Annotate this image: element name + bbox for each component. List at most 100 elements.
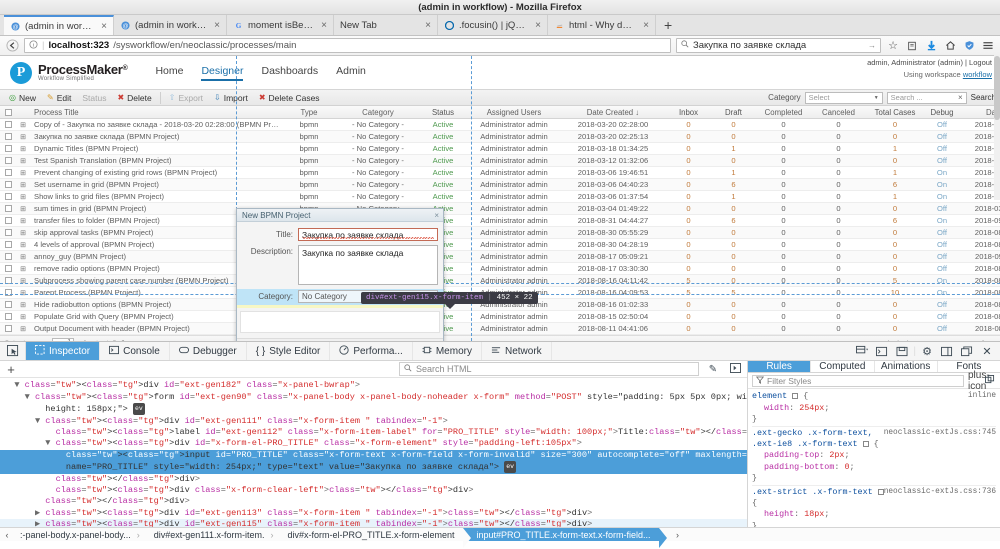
css-rule[interactable]: neoclassic-extJs.css:745 .ext-gecko .x-fo… — [752, 428, 996, 486]
tab-close-icon[interactable]: × — [211, 20, 220, 31]
col-canceled[interactable]: Canceled — [811, 108, 866, 117]
table-row[interactable]: ⊞remove radio options (BPMN Project)bpmn… — [0, 263, 1000, 275]
markup-line[interactable]: ▼ class="tw"><class="tg">form id="ext-ge… — [0, 392, 747, 403]
dialog-close-icon[interactable]: × — [434, 211, 439, 220]
row-checkbox[interactable] — [0, 145, 16, 152]
table-row[interactable]: ⊞ Show links to grid files (BPMN Project)… — [0, 191, 1000, 203]
expand-row-icon[interactable]: ⊞ — [16, 229, 30, 237]
browser-tab[interactable]: .focusin() | jQuery API ... × — [438, 15, 548, 35]
search-bar[interactable]: Закупка по заявке склада → — [676, 38, 881, 53]
browser-tab[interactable]: G moment isBefore - Goo... × — [227, 15, 334, 35]
nav-item-admin[interactable]: Admin — [336, 65, 366, 81]
bookmark-star-icon[interactable]: ☆ — [886, 39, 900, 53]
pseudo-class-icon[interactable] — [984, 374, 996, 387]
breadcrumb-item[interactable]: div#ext-gen111.x-form-item. › — [148, 528, 282, 541]
row-checkbox[interactable] — [0, 253, 16, 260]
col-status[interactable]: Status — [418, 108, 468, 117]
expand-row-icon[interactable]: ⊞ — [16, 205, 30, 213]
table-row[interactable]: ⊞ Subprocess showing parent case number (… — [0, 275, 1000, 287]
nav-item-dashboards[interactable]: Dashboards — [261, 65, 318, 81]
tab-close-icon[interactable]: × — [640, 20, 649, 31]
page-number-input[interactable]: 1 — [52, 338, 75, 341]
row-checkbox[interactable] — [0, 217, 16, 224]
markup-line[interactable]: class="tw"><class="tg">div class="x-form… — [0, 485, 747, 496]
col-debug[interactable]: Debug — [924, 108, 960, 117]
tab-inspector[interactable]: Inspector — [26, 342, 101, 360]
table-row[interactable]: ⊞sum times in grid (BPMN Project)bpmn- N… — [0, 203, 1000, 215]
next-page-icon[interactable]: ▶ — [97, 339, 102, 341]
expand-row-icon[interactable]: ⊞ — [16, 133, 30, 141]
tab-debugger[interactable]: Debugger — [170, 342, 247, 360]
row-checkbox[interactable] — [0, 301, 16, 308]
home-icon[interactable] — [943, 39, 957, 53]
first-page-icon[interactable]: ▮◀ — [5, 339, 14, 341]
category-filter-select[interactable]: Select — [804, 91, 883, 104]
tab-rules[interactable]: Rules — [748, 361, 812, 373]
col-draft[interactable]: Draft — [711, 108, 756, 117]
breadcrumb-item[interactable]: :-panel-body.x-panel-body... › — [14, 528, 148, 541]
row-checkbox[interactable] — [0, 133, 16, 140]
table-row[interactable]: ⊞ Output Document with header (BPMN Proje… — [0, 323, 1000, 335]
tab-console[interactable]: Console — [100, 342, 170, 360]
delete-button[interactable]: ✖ Delete — [112, 93, 156, 103]
row-checkbox[interactable] — [0, 277, 16, 284]
styles-scrollbar[interactable] — [994, 54, 1000, 200]
element-picker-icon[interactable] — [0, 342, 26, 360]
expand-row-icon[interactable]: ⊞ — [16, 181, 30, 189]
dock-side-icon[interactable] — [938, 342, 956, 360]
screenshot-icon[interactable] — [893, 342, 911, 360]
nav-item-designer[interactable]: Designer — [201, 65, 244, 81]
table-row[interactable]: ⊞4 levels of approval (BPMN Project)bpmn… — [0, 239, 1000, 251]
expand-row-icon[interactable]: ⊞ — [16, 289, 30, 297]
user-account-line[interactable]: admin, Administrator (admin) | Logout — [867, 58, 992, 67]
shield-icon[interactable] — [962, 39, 976, 53]
title-input[interactable]: Закупка по заявке склада — [298, 228, 438, 241]
filter-styles-input[interactable]: Filter Styles — [752, 374, 964, 387]
markup-line[interactable]: name="PRO_TITLE" style="width: 254px;" t… — [0, 461, 747, 474]
table-row[interactable]: ⊞ Set username in grid (BPMN Project) bpmn… — [0, 179, 1000, 191]
row-checkbox[interactable] — [0, 169, 16, 176]
markup-line[interactable]: class="tw"></class="tg">div> — [0, 474, 747, 485]
expand-row-icon[interactable]: ⊞ — [16, 325, 30, 333]
tab-style-editor[interactable]: { } Style Editor — [247, 342, 331, 360]
last-page-icon[interactable]: ▶▮ — [107, 339, 116, 341]
new-tab-button[interactable]: + — [656, 15, 680, 35]
row-checkbox[interactable] — [0, 265, 16, 272]
tab-performance[interactable]: Performa... — [330, 342, 413, 360]
breadcrumb-back-icon[interactable]: ‹ — [0, 528, 14, 541]
tab-network[interactable]: Network — [482, 342, 552, 360]
description-textarea[interactable]: Закупка по заявке склада div#ext-gen115.… — [298, 245, 538, 309]
refresh-icon[interactable]: ↻ — [121, 339, 127, 341]
expand-row-icon[interactable]: ⊞ — [16, 241, 30, 249]
dock-window-icon[interactable] — [958, 342, 976, 360]
markup-line[interactable]: ▼ class="tw"><class="tg">div id="ext-gen… — [0, 416, 747, 427]
table-row[interactable]: ⊞ Закупка по заявке склада (BPMN Project)… — [0, 131, 1000, 143]
col-completed[interactable]: Completed — [756, 108, 811, 117]
url-bar[interactable]: i | localhost:323/sysworkflow/en/neoclas… — [24, 38, 671, 53]
browser-tab[interactable]: @ (admin in workflow) × — [114, 15, 227, 35]
row-checkbox[interactable] — [0, 205, 16, 212]
expand-row-icon[interactable]: ⊞ — [16, 313, 30, 321]
row-checkbox[interactable] — [0, 121, 16, 128]
markup-line[interactable]: ▼ class="tw"><class="tg">div id="ext-gen… — [0, 380, 747, 391]
col-assigned-users[interactable]: Assigned Users — [468, 108, 560, 117]
markup-line[interactable]: class="tw"><class="tg">label id="ext-gen… — [0, 427, 747, 438]
expand-row-icon[interactable]: ⊞ — [16, 277, 30, 285]
markup-line[interactable]: ▼ class="tw"><class="tg">div id="x-form-… — [0, 438, 747, 449]
table-row[interactable]: ⊞ transfer files to folder (BPMN Project)… — [0, 215, 1000, 227]
edit-button[interactable]: ✎ Edit — [42, 93, 76, 103]
col-date-created[interactable]: Date Created ↓ — [560, 108, 666, 117]
table-row[interactable]: ⊞annoy_guy (BPMN Project)bpmn- No Catego… — [0, 251, 1000, 263]
css-rule[interactable]: inline element {width: 254px;} — [752, 391, 996, 427]
back-icon[interactable] — [5, 39, 19, 53]
browser-tab[interactable]: New Tab × — [334, 15, 438, 35]
expand-row-icon[interactable]: ⊞ — [16, 169, 30, 177]
tab-memory[interactable]: Memory — [413, 342, 482, 360]
table-row[interactable]: ⊞ Populate Grid with Query (BPMN Project)… — [0, 311, 1000, 323]
prev-page-icon[interactable]: ◀ — [19, 339, 24, 341]
info-icon[interactable]: i — [29, 39, 38, 52]
row-checkbox[interactable] — [0, 241, 16, 248]
expand-row-icon[interactable]: ⊞ — [16, 265, 30, 273]
breadcrumb-forward-icon[interactable]: › — [671, 528, 685, 541]
expand-row-icon[interactable]: ⊞ — [16, 193, 30, 201]
